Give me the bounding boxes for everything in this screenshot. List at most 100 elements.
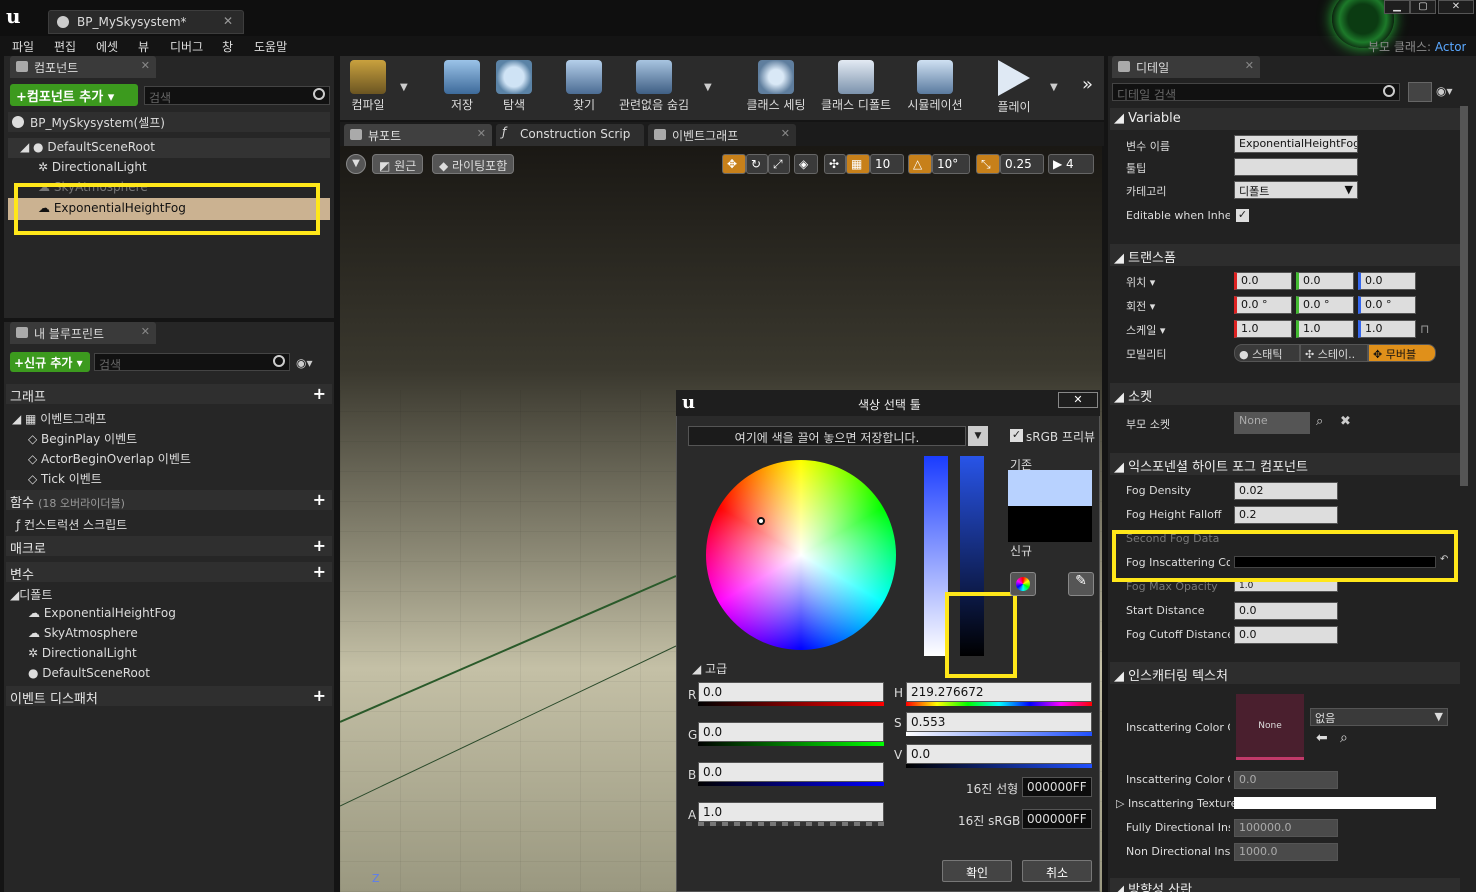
color-wheel-cursor[interactable] (757, 517, 765, 525)
menu-debug[interactable]: 디버그 (170, 38, 203, 55)
rotate-mode-icon[interactable]: ↻ (746, 154, 768, 174)
var-sky-atmosphere[interactable]: ☁ SkyAtmosphere (28, 626, 138, 640)
compile-options-chevron-icon[interactable]: ▼ (400, 82, 408, 93)
location-x-input[interactable]: 0.0 (1234, 272, 1292, 290)
swatch-drop-area[interactable]: 여기에 색을 끌어 놓으면 저장합니다. (688, 426, 966, 446)
tooltip-input[interactable] (1234, 158, 1358, 176)
cubemap-asset-dropdown[interactable]: 없음 ▼ (1310, 708, 1448, 726)
picker-close-button[interactable]: ✕ (1058, 392, 1098, 408)
save-button[interactable]: 저장 (438, 60, 486, 113)
transform-section[interactable]: ◢ 트랜스폼 (1110, 244, 1460, 266)
menu-view[interactable]: 뷰 (138, 38, 149, 55)
menu-window[interactable]: 창 (222, 38, 233, 55)
maximize-button[interactable]: ▢ (1410, 0, 1436, 14)
construction-script-item[interactable]: ƒ 컨스트럭션 스크립트 (16, 516, 127, 533)
grid-snap-icon[interactable]: ▦ (846, 154, 870, 174)
scale-snap-value[interactable]: 0.25 (1000, 154, 1044, 174)
g-input[interactable]: 0.0 (698, 722, 884, 742)
play-options-chevron-icon[interactable]: ▼ (1050, 82, 1058, 93)
close-window-button[interactable]: ✕ (1438, 0, 1474, 14)
dispatchers-section[interactable]: 이벤트 디스패처 + (6, 686, 332, 707)
category-dropdown[interactable]: 디폴트 ▼ (1234, 181, 1358, 199)
srgb-preview-checkbox[interactable]: ✓ (1010, 429, 1023, 442)
scale-mode-icon[interactable]: ⤢ (768, 154, 790, 174)
ok-button[interactable]: 확인 (942, 860, 1012, 882)
find-button[interactable]: 찾기 (560, 60, 608, 113)
non-directional-input[interactable]: 1000.0 (1234, 843, 1338, 861)
browse-asset-icon[interactable]: ⌕ (1340, 730, 1348, 746)
components-search-input[interactable]: 검색 (144, 86, 330, 105)
rotation-snap-icon[interactable]: △ (908, 154, 932, 174)
close-tab-icon[interactable]: ✕ (223, 14, 233, 28)
add-component-button[interactable]: +컴포넌트 추가 ▾ (10, 84, 138, 106)
toolbar-overflow-icon[interactable]: » (1082, 74, 1093, 95)
search-icon[interactable]: ⌕ (1316, 414, 1323, 429)
surface-snap-icon[interactable]: ✣ (824, 154, 846, 174)
rotation-y-input[interactable]: 0.0 ° (1296, 296, 1354, 314)
inscattering-angle-input[interactable]: 0.0 (1234, 771, 1338, 789)
translate-mode-icon[interactable]: ✥ (722, 154, 746, 174)
compile-button[interactable]: 컴파일 (342, 60, 394, 113)
mobility-stationary-button[interactable]: ✣ 스테이.. (1300, 344, 1368, 362)
menu-asset[interactable]: 에셋 (96, 38, 118, 55)
class-defaults-button[interactable]: 클래스 디폴트 (818, 60, 894, 113)
rotation-z-input[interactable]: 0.0 ° (1358, 296, 1416, 314)
menu-edit[interactable]: 편집 (54, 38, 76, 55)
browse-button[interactable]: 탐색 (490, 60, 538, 113)
inscattering-texture-section[interactable]: ◢ 인스캐터링 텍스처 (1110, 662, 1460, 684)
document-tab[interactable]: BP_MySkysystem* ✕ (48, 10, 244, 34)
rotation-x-input[interactable]: 0.0 ° (1234, 296, 1292, 314)
location-label[interactable]: 위치 ▾ (1126, 274, 1230, 290)
scale-label[interactable]: 스케일 ▾ (1126, 322, 1230, 338)
viewport-options-icon[interactable]: ▼ (346, 154, 366, 174)
scale-snap-icon[interactable]: ⤡ (976, 154, 1000, 174)
parent-socket-field[interactable]: None (1234, 412, 1310, 434)
var-default-scene-root[interactable]: ● DefaultSceneRoot (28, 666, 150, 680)
graphs-section[interactable]: 그래프 + (6, 384, 332, 405)
functions-section[interactable]: 함수 (18 오버라이더블) + (6, 490, 332, 511)
start-distance-input[interactable]: 0.0 (1234, 602, 1338, 620)
hide-unrelated-button[interactable]: 관련없음 숨김 (614, 60, 694, 113)
macros-section[interactable]: 매크로 + (6, 536, 332, 557)
location-z-input[interactable]: 0.0 (1358, 272, 1416, 290)
parent-class-link[interactable]: Actor (1435, 40, 1467, 54)
eye-icon[interactable]: ◉▾ (1436, 84, 1453, 98)
s-input[interactable]: 0.553 (906, 712, 1092, 732)
editable-inherit-checkbox[interactable]: ✓ (1236, 209, 1249, 222)
add-new-button[interactable]: +신규 추가 ▾ (10, 352, 90, 372)
hex-linear-input[interactable]: 000000FF (1022, 777, 1092, 797)
grid-size-value[interactable]: 10 (870, 154, 904, 174)
cubemap-thumbnail[interactable]: None (1236, 694, 1304, 760)
sockets-section[interactable]: ◢ 소켓 (1110, 383, 1460, 405)
rotation-label[interactable]: 회전 ▾ (1126, 298, 1230, 314)
tab-event-graph[interactable]: 이벤트그래프 ✕ (648, 124, 796, 146)
lighting-button[interactable]: ◆ 라이팅포함 (432, 154, 515, 174)
swatch-dropdown-icon[interactable]: ▼ (968, 426, 988, 446)
mobility-movable-button[interactable]: ✥ 무버블 (1368, 344, 1436, 362)
tab-viewport[interactable]: 뷰포트 ✕ (344, 124, 492, 146)
perspective-button[interactable]: ◩ 원근 (372, 154, 424, 174)
event-graph-item[interactable]: ◢ ▦ 이벤트그래프 (12, 410, 106, 427)
hex-srgb-input[interactable]: 000000FF (1022, 809, 1092, 829)
play-button[interactable]: 플레이 (990, 60, 1038, 115)
color-theme-icon[interactable] (1010, 572, 1036, 596)
simulation-button[interactable]: 시뮬레이션 (904, 60, 966, 113)
a-input[interactable]: 1.0 (698, 802, 884, 822)
tree-item-directional-light[interactable]: ✲ DirectionalLight (38, 160, 147, 174)
details-tab[interactable]: 디테일 ✕ (1112, 56, 1260, 78)
details-scrollbar[interactable] (1460, 106, 1468, 486)
var-exponential-height-fog[interactable]: ☁ ExponentialHeightFog (28, 606, 176, 620)
event-actorbeginoverlap[interactable]: ◇ ActorBeginOverlap 이벤트 (28, 450, 191, 467)
location-y-input[interactable]: 0.0 (1296, 272, 1354, 290)
var-directional-light[interactable]: ✲ DirectionalLight (28, 646, 137, 660)
directional-scattering-section[interactable]: ◢ 방향성 산란 (1110, 878, 1460, 892)
blueprint-search-input[interactable]: 검색 (94, 353, 290, 371)
fog-density-input[interactable]: 0.02 (1234, 482, 1338, 500)
fog-height-falloff-input[interactable]: 0.2 (1234, 506, 1338, 524)
clear-icon[interactable]: ✖ (1340, 414, 1351, 429)
fog-component-section[interactable]: ◢ 익스포넨셜 하이트 포그 컴포넌트 (1110, 453, 1460, 475)
scale-z-input[interactable]: 1.0 (1358, 320, 1416, 338)
fully-directional-input[interactable]: 100000.0 (1234, 819, 1338, 837)
details-search-input[interactable]: 디테일 검색 (1112, 83, 1400, 101)
var-name-input[interactable]: ExponentialHeightFog (1234, 135, 1358, 153)
